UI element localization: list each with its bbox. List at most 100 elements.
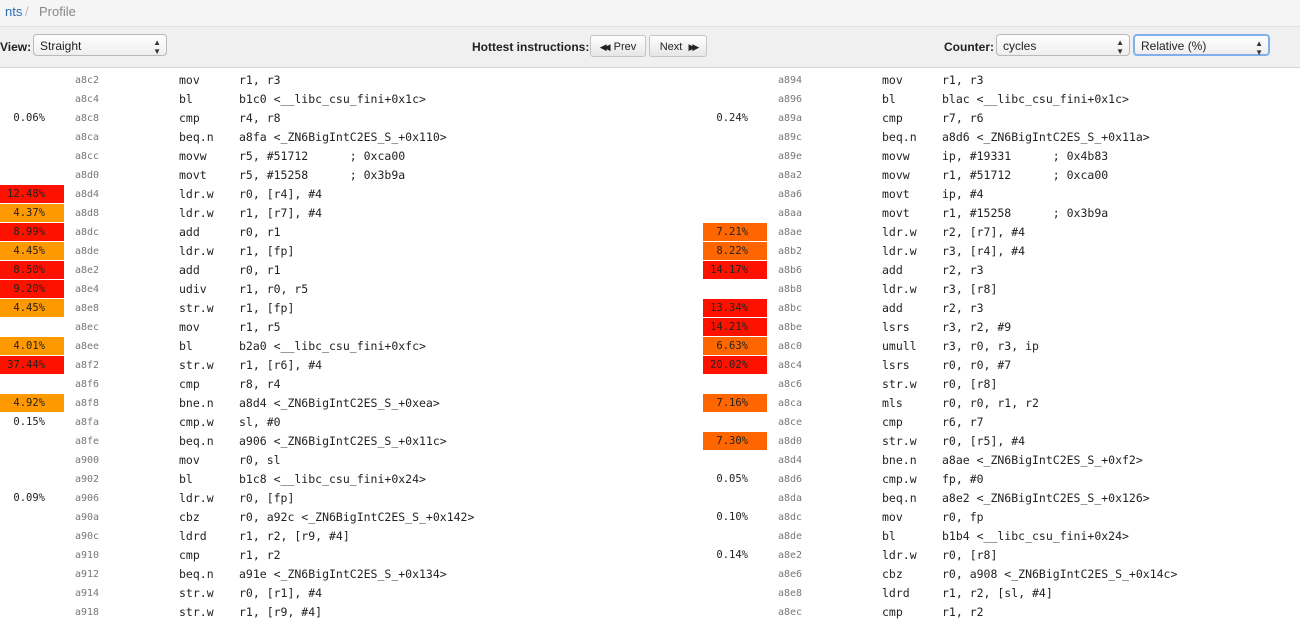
prev-hottest-button[interactable]: ◀◀ Prev [590, 35, 646, 57]
instruction-row[interactable]: a8d4 bne.n a8ae <_ZN6BigIntC2ES_S_+0xf2> [703, 451, 1300, 470]
instruction-row[interactable]: a8a2 movw r1, #51712 ; 0xca00 [703, 166, 1300, 185]
instruction-row[interactable]: a89e movw ip, #19331 ; 0x4b83 [703, 147, 1300, 166]
counter-select[interactable]: cycles ▲ ▼ [996, 34, 1130, 56]
sample-percent: 4.92% [0, 394, 64, 412]
sample-percent [703, 280, 767, 298]
instruction-mnemonic: ldr.w [882, 548, 917, 562]
instruction-address: a8d0 [75, 170, 100, 181]
instruction-row[interactable]: a8c4 bl b1c0 <__libc_csu_fini+0x1c> [0, 90, 700, 109]
view-select[interactable]: Straight ▲ ▼ [33, 34, 167, 56]
instruction-row[interactable]: 6.63% a8c0 umull r3, r0, r3, ip [703, 337, 1300, 356]
instruction-operands: r0, [r8] [942, 548, 998, 562]
instruction-mnemonic: str.w [179, 605, 214, 619]
instruction-operands: r6, r7 [942, 415, 984, 429]
instruction-row[interactable]: a8fe beq.n a906 <_ZN6BigIntC2ES_S_+0x11c> [0, 432, 700, 451]
next-hottest-button[interactable]: Next ▶▶ [649, 35, 707, 57]
instruction-row[interactable]: 8.99% a8dc add r0, r1 [0, 223, 700, 242]
instruction-row[interactable]: a902 bl b1c8 <__libc_csu_fini+0x24> [0, 470, 700, 489]
instruction-row[interactable]: a8c6 str.w r0, [r8] [703, 375, 1300, 394]
instruction-row[interactable]: 37.44% a8f2 str.w r1, [r6], #4 [0, 356, 700, 375]
instruction-row[interactable]: 9.20% a8e4 udiv r1, r0, r5 [0, 280, 700, 299]
instruction-row[interactable]: 13.34% a8bc add r2, r3 [703, 299, 1300, 318]
instruction-row[interactable]: a918 str.w r1, [r9, #4] [0, 603, 700, 622]
sample-percent [0, 318, 64, 336]
instruction-row[interactable]: a910 cmp r1, r2 [0, 546, 700, 565]
instruction-row[interactable]: 7.16% a8ca mls r0, r0, r1, r2 [703, 394, 1300, 413]
instruction-row[interactable]: a8d0 movt r5, #15258 ; 0x3b9a [0, 166, 700, 185]
instruction-row[interactable]: a894 mov r1, r3 [703, 71, 1300, 90]
instruction-row[interactable]: a8cc movw r5, #51712 ; 0xca00 [0, 147, 700, 166]
instruction-row[interactable]: 4.01% a8ee bl b2a0 <__libc_csu_fini+0xfc> [0, 337, 700, 356]
instruction-row[interactable]: a8e8 ldrd r1, r2, [sl, #4] [703, 584, 1300, 603]
instruction-row[interactable]: a90a cbz r0, a92c <_ZN6BigIntC2ES_S_+0x142… [0, 508, 700, 527]
instruction-row[interactable]: a8ec mov r1, r5 [0, 318, 700, 337]
select-arrows-icon: ▲ ▼ [1116, 38, 1124, 56]
instruction-address: a906 [75, 493, 100, 504]
instruction-row[interactable]: 0.09% a906 ldr.w r0, [fp] [0, 489, 700, 508]
instruction-mnemonic: cmp.w [882, 472, 917, 486]
instruction-row[interactable]: a90c ldrd r1, r2, [r9, #4] [0, 527, 700, 546]
instruction-address: a8e8 [75, 303, 100, 314]
instruction-row[interactable]: 0.05% a8d6 cmp.w fp, #0 [703, 470, 1300, 489]
instruction-row[interactable]: 0.24% a89a cmp r7, r6 [703, 109, 1300, 128]
instruction-row[interactable]: 4.45% a8e8 str.w r1, [fp] [0, 299, 700, 318]
instruction-operands: r0, [fp] [239, 491, 295, 505]
instruction-row[interactable]: 7.30% a8d0 str.w r0, [r5], #4 [703, 432, 1300, 451]
instruction-row[interactable]: a8f6 cmp r8, r4 [0, 375, 700, 394]
instruction-row[interactable]: 7.21% a8ae ldr.w r2, [r7], #4 [703, 223, 1300, 242]
sample-percent: 7.16% [703, 394, 767, 412]
instruction-row[interactable]: a8c2 mov r1, r3 [0, 71, 700, 90]
instruction-row[interactable]: a8b8 ldr.w r3, [r8] [703, 280, 1300, 299]
instruction-operands: r1, [r6], #4 [239, 358, 323, 372]
breadcrumb: nts / Profile [0, 0, 1300, 26]
instruction-operands: b1b4 <__libc_csu_fini+0x24> [942, 529, 1129, 543]
instruction-row[interactable]: 8.50% a8e2 add r0, r1 [0, 261, 700, 280]
instruction-row[interactable]: a8a6 movt ip, #4 [703, 185, 1300, 204]
instruction-row[interactable]: a8ca beq.n a8fa <_ZN6BigIntC2ES_S_+0x110> [0, 128, 700, 147]
instruction-row[interactable]: 4.37% a8d8 ldr.w r1, [r7], #4 [0, 204, 700, 223]
instruction-row[interactable]: a8e6 cbz r0, a908 <_ZN6BigIntC2ES_S_+0x14c… [703, 565, 1300, 584]
sample-percent [703, 204, 767, 222]
instruction-row[interactable]: a912 beq.n a91e <_ZN6BigIntC2ES_S_+0x134> [0, 565, 700, 584]
instruction-operands: r1, [fp] [239, 244, 295, 258]
instruction-row[interactable]: a8de bl b1b4 <__libc_csu_fini+0x24> [703, 527, 1300, 546]
instruction-row[interactable]: a896 bl blac <__libc_csu_fini+0x1c> [703, 90, 1300, 109]
instruction-row[interactable]: a8ec cmp r1, r2 [703, 603, 1300, 622]
instruction-row[interactable]: a914 str.w r0, [r1], #4 [0, 584, 700, 603]
instruction-address: a8d4 [778, 455, 803, 466]
instruction-row[interactable]: 14.21% a8be lsrs r3, r2, #9 [703, 318, 1300, 337]
instruction-row[interactable]: a8aa movt r1, #15258 ; 0x3b9a [703, 204, 1300, 223]
instruction-row[interactable]: 0.14% a8e2 ldr.w r0, [r8] [703, 546, 1300, 565]
instruction-row[interactable]: 0.06% a8c8 cmp r4, r8 [0, 109, 700, 128]
instruction-row[interactable]: 4.92% a8f8 bne.n a8d4 <_ZN6BigIntC2ES_S_+0x… [0, 394, 700, 413]
instruction-row[interactable]: 0.10% a8dc mov r0, fp [703, 508, 1300, 527]
sample-percent: 14.21% [703, 318, 767, 336]
instruction-address: a8aa [778, 208, 803, 219]
instruction-operands: r1, r2 [239, 548, 281, 562]
sample-percent [703, 90, 767, 108]
instruction-row[interactable]: a900 mov r0, sl [0, 451, 700, 470]
instruction-mnemonic: movt [882, 187, 910, 201]
next-button-label: Next [659, 41, 683, 53]
instruction-operands: r2, r3 [942, 301, 984, 315]
instruction-mnemonic: ldr.w [882, 282, 917, 296]
instruction-address: a8ce [778, 417, 803, 428]
instruction-row[interactable]: 8.22% a8b2 ldr.w r3, [r4], #4 [703, 242, 1300, 261]
instruction-address: a902 [75, 474, 100, 485]
instruction-row[interactable]: a8ce cmp r6, r7 [703, 413, 1300, 432]
instruction-row[interactable]: 0.15% a8fa cmp.w sl, #0 [0, 413, 700, 432]
instruction-mnemonic: movw [179, 149, 207, 163]
sample-percent: 0.05% [716, 473, 748, 485]
sample-percent: 4.45% [0, 299, 64, 317]
instruction-address: a8f8 [75, 398, 100, 409]
breadcrumb-parent-link[interactable]: nts [5, 0, 22, 24]
instruction-row[interactable]: a8da beq.n a8e2 <_ZN6BigIntC2ES_S_+0x126> [703, 489, 1300, 508]
instruction-row[interactable]: 4.45% a8de ldr.w r1, [fp] [0, 242, 700, 261]
instruction-row[interactable]: 12.48% a8d4 ldr.w r0, [r4], #4 [0, 185, 700, 204]
instruction-row[interactable]: 14.17% a8b6 add r2, r3 [703, 261, 1300, 280]
instruction-mnemonic: ldr.w [882, 225, 917, 239]
display-mode-select[interactable]: Relative (%) ▲ ▼ [1133, 34, 1270, 57]
instruction-row[interactable]: 20.02% a8c4 lsrs r0, r0, #7 [703, 356, 1300, 375]
sample-percent [703, 71, 767, 89]
instruction-row[interactable]: a89c beq.n a8d6 <_ZN6BigIntC2ES_S_+0x11a> [703, 128, 1300, 147]
